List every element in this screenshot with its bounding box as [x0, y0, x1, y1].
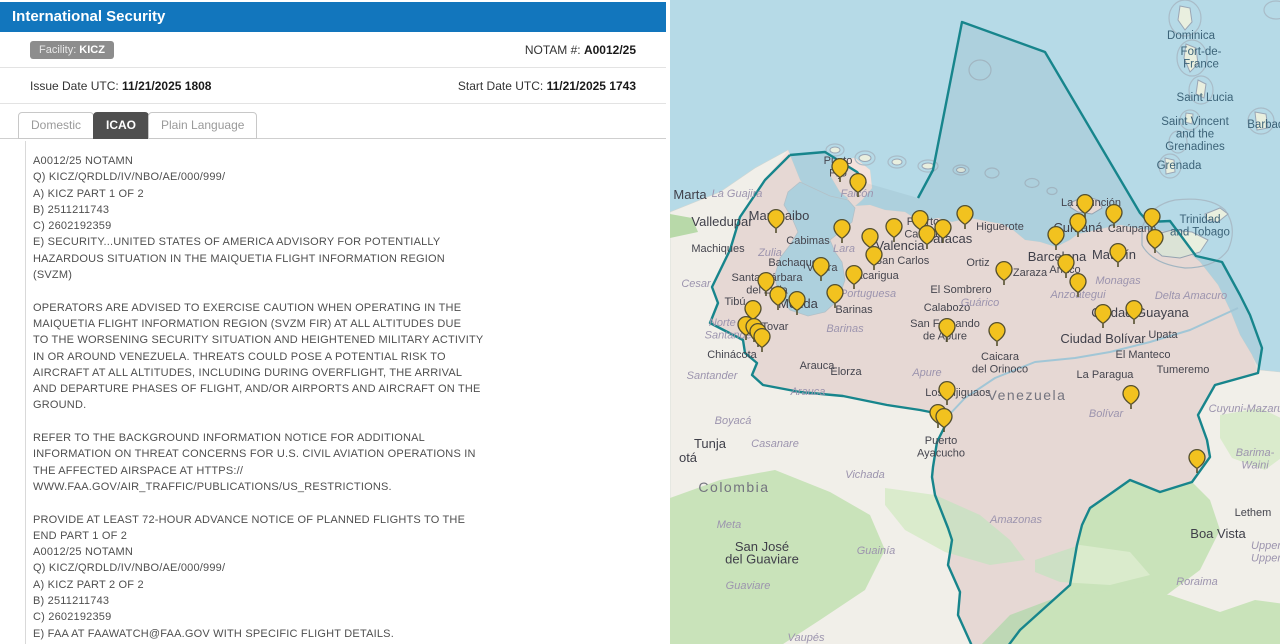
- map-label-zaraza: Zaraza: [1013, 267, 1048, 279]
- notam-number-value: A0012/25: [584, 43, 636, 57]
- map-label-barinas: Barinas: [835, 304, 873, 316]
- dates-row: Issue Date UTC: 11/21/2025 1808 Start Da…: [0, 68, 666, 104]
- tab-domestic[interactable]: Domestic: [18, 112, 94, 139]
- tab-plain-language[interactable]: Plain Language: [148, 112, 257, 139]
- map-label-san-carlos: San Carlos: [875, 255, 930, 267]
- map-label-vichada: Vichada: [845, 469, 885, 481]
- map-label-elorza: Elorza: [830, 366, 862, 378]
- map-label-tumeremo: Tumeremo: [1157, 364, 1210, 376]
- map-label-lara: Lara: [833, 243, 855, 255]
- format-tabs: DomesticICAOPlain Language: [0, 104, 666, 139]
- map-label-colombia: Colombia: [698, 479, 769, 495]
- map-label-ortiz: Ortiz: [966, 257, 989, 269]
- map-label-cesar: Cesar: [681, 278, 712, 290]
- map-label-san-jos-del-guaviare: San Josédel Guaviare: [725, 539, 799, 567]
- map-label-guaviare: Guaviare: [726, 580, 771, 592]
- facility-row: Facility:KICZ NOTAM #: A0012/25: [0, 32, 666, 68]
- map-label-marta: Marta: [673, 187, 707, 202]
- map-label-bol-var: Bolívar: [1089, 408, 1125, 420]
- map-label-delta-amacuro: Delta Amacuro: [1155, 290, 1227, 302]
- notam-panel: International Security Facility:KICZ NOT…: [0, 0, 670, 644]
- map-label-el-sombrero: El Sombrero: [930, 284, 991, 296]
- map-label-tunja: Tunja: [694, 436, 727, 451]
- map-label-upata: Upata: [1148, 329, 1178, 341]
- map-label-guain-a: Guainía: [857, 545, 896, 557]
- map-label-apure: Apure: [911, 367, 941, 379]
- map-label-fort-de-france: Fort-de-France: [1181, 46, 1222, 71]
- map-label-la-paragua: La Paragua: [1077, 369, 1135, 381]
- map-label-tib-: Tibú: [725, 296, 746, 308]
- map-label-amazonas: Amazonas: [989, 514, 1042, 526]
- page-title: International Security: [0, 2, 666, 32]
- map-label-zulia: Zulia: [757, 247, 782, 259]
- start-date: Start Date UTC: 11/21/2025 1743: [458, 79, 636, 93]
- map-label-venezuela: Venezuela: [988, 387, 1067, 403]
- tab-icao[interactable]: ICAO: [93, 112, 149, 139]
- map-label-cabimas: Cabimas: [786, 235, 830, 247]
- facility-badge: Facility:KICZ: [30, 41, 114, 59]
- map-label-arauca: Arauca: [790, 386, 826, 398]
- map-canvas[interactable]: MartaValleduparMachiquesMaracaiboCabimas…: [670, 0, 1280, 644]
- facility-label: Facility:: [39, 44, 76, 56]
- start-date-label: Start Date UTC:: [458, 79, 543, 93]
- start-date-value: 11/21/2025 1743: [547, 79, 636, 93]
- map-label-vaup-s: Vaupés: [788, 632, 825, 644]
- map-label-santander: Santander: [687, 370, 739, 382]
- map-label-lethem: Lethem: [1235, 507, 1272, 519]
- map-label-gu-rico: Guárico: [961, 297, 1000, 309]
- notam-number-label: NOTAM #:: [525, 43, 581, 57]
- notam-app: International Security Facility:KICZ NOT…: [0, 0, 1280, 644]
- notam-number: NOTAM #: A0012/25: [525, 43, 636, 57]
- facility-value: KICZ: [79, 44, 105, 56]
- map-label-los-pijiguaos: Los Pijiguaos: [925, 387, 991, 399]
- map-label-grenada: Grenada: [1157, 160, 1202, 172]
- map-label-valencia: Valencia: [876, 238, 926, 253]
- notam-text: A0012/25 NOTAMN Q) KICZ/QRDLD/IV/NBO/AE/…: [33, 153, 650, 642]
- map-label-dominica: Dominica: [1167, 30, 1216, 42]
- map-label-upper-upper: UpperUpper: [1251, 540, 1280, 565]
- issue-date-label: Issue Date UTC:: [30, 79, 119, 93]
- map-label-barbado: Barbado: [1247, 119, 1280, 131]
- map-label-saint-lucia: Saint Lucia: [1177, 92, 1235, 104]
- map-label-meta: Meta: [717, 519, 741, 531]
- map-label-monagas: Monagas: [1095, 275, 1141, 287]
- map[interactable]: MartaValleduparMachiquesMaracaiboCabimas…: [670, 0, 1280, 644]
- map-label-valledupar: Valledupar: [691, 214, 753, 229]
- notam-body: A0012/25 NOTAMN Q) KICZ/QRDLD/IV/NBO/AE/…: [25, 141, 660, 644]
- issue-date: Issue Date UTC: 11/21/2025 1808: [30, 79, 211, 93]
- map-label-machiques: Machiques: [691, 243, 745, 255]
- map-label-boa-vista: Boa Vista: [1190, 526, 1246, 541]
- map-label-barcelona: Barcelona: [1028, 249, 1087, 264]
- map-label-higuerote: Higuerote: [976, 221, 1024, 233]
- issue-date-value: 11/21/2025 1808: [122, 79, 211, 93]
- map-label-cuyuni-mazarun: Cuyuni-Mazarun: [1209, 403, 1280, 415]
- map-label-ot-: otá: [679, 450, 698, 465]
- map-label-ciudad-bol-var: Ciudad Bolívar: [1060, 331, 1146, 346]
- map-label-la-guajira: La Guajira: [712, 188, 763, 200]
- map-label-portuguesa: Portuguesa: [840, 288, 896, 300]
- map-label-boyac-: Boyacá: [715, 415, 752, 427]
- map-label-el-manteco: El Manteco: [1115, 349, 1170, 361]
- map-label-roraima: Roraima: [1176, 576, 1218, 588]
- map-label-casanare: Casanare: [751, 438, 799, 450]
- map-label-chin-cota: Chinácota: [707, 349, 757, 361]
- map-label-barinas: Barinas: [826, 323, 864, 335]
